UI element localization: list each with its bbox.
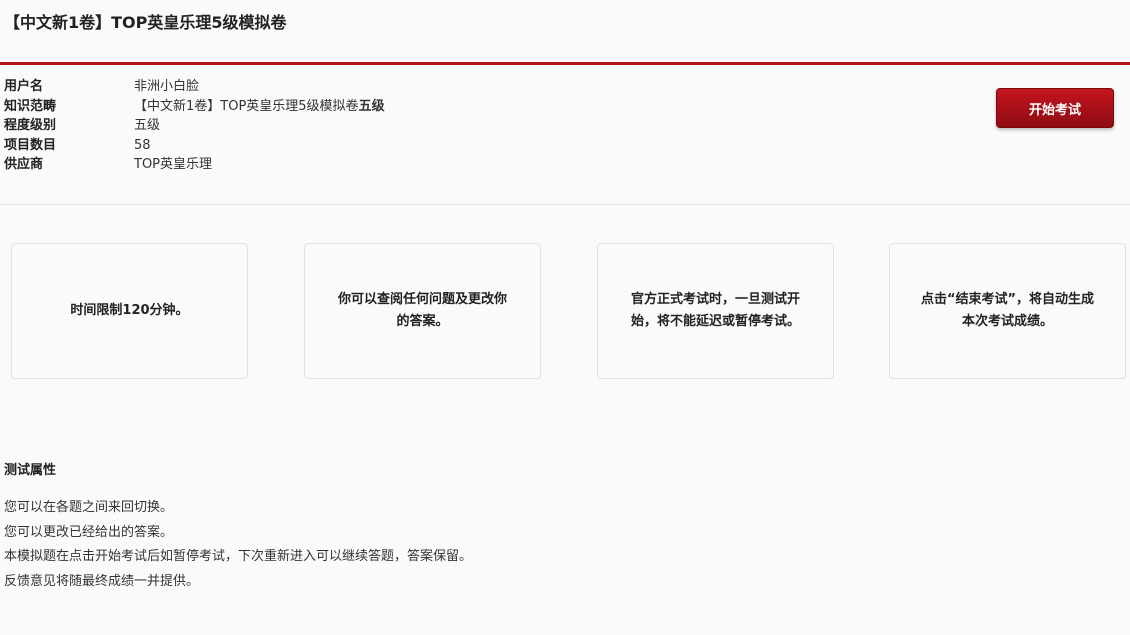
rule-card-text: 时间限制120分钟。 — [70, 303, 189, 318]
section-divider — [0, 204, 1130, 205]
page-header: 【中文新1卷】TOP英皇乐理5级模拟卷 — [0, 0, 1130, 65]
start-exam-button[interactable]: 开始考试 — [996, 88, 1114, 128]
rule-card-text: 你可以查阅任何问题及更改你的答案。 — [337, 292, 507, 329]
info-row-provider: 供应商 TOP英皇乐理 — [4, 155, 385, 175]
info-row-scope: 知识范畴 【中文新1卷】TOP英皇乐理5级模拟卷五级 — [4, 97, 385, 117]
test-properties-list: 您可以在各题之间来回切换。 您可以更改已经给出的答案。 本模拟题在点击开始考试后… — [4, 496, 472, 594]
rule-card-text: 官方正式考试时，一旦测试开始，将不能延迟或暂停考试。 — [630, 292, 800, 329]
list-item: 您可以更改已经给出的答案。 — [4, 524, 174, 540]
info-value: 【中文新1卷】TOP英皇乐理5级模拟卷五级 — [134, 97, 385, 117]
rule-card-time-limit: 时间限制120分钟。 — [11, 243, 248, 379]
info-value: TOP英皇乐理 — [134, 157, 213, 173]
info-label: 项目数目 — [4, 137, 57, 153]
info-value: 非洲小白脸 — [134, 79, 200, 94]
info-label: 供应商 — [4, 157, 44, 173]
exam-info: 用户名 非洲小白脸 知识范畴 【中文新1卷】TOP英皇乐理5级模拟卷五级 程度级… — [4, 77, 385, 175]
list-item: 本模拟题在点击开始考试后如暂停考试，下次重新进入可以继续答题，答案保留。 — [4, 549, 473, 564]
rule-card-text: 点击“结束考试”，将自动生成本次考试成绩。 — [920, 292, 1095, 329]
info-value-bold: 五级 — [358, 98, 385, 114]
info-value-text: 【中文新1卷】TOP英皇乐理5级模拟卷 — [134, 98, 359, 114]
list-item: 反馈意见将随最终成绩一并提供。 — [4, 573, 200, 589]
info-row-level: 程度级别 五级 — [4, 116, 385, 136]
info-value: 58 — [134, 137, 151, 153]
info-label: 用户名 — [4, 79, 44, 94]
rule-card-auto-score: 点击“结束考试”，将自动生成本次考试成绩。 — [889, 243, 1126, 379]
info-label: 程度级别 — [4, 118, 57, 134]
page-title: 【中文新1卷】TOP英皇乐理5级模拟卷 — [4, 13, 287, 32]
info-row-item-count: 项目数目 58 — [4, 136, 385, 156]
rule-card-review: 你可以查阅任何问题及更改你的答案。 — [304, 243, 541, 379]
info-label: 知识范畴 — [4, 98, 57, 114]
list-item: 您可以在各题之间来回切换。 — [4, 500, 174, 515]
rule-card-no-pause: 官方正式考试时，一旦测试开始，将不能延迟或暂停考试。 — [597, 243, 834, 379]
info-value: 五级 — [134, 118, 161, 134]
test-properties-title: 测试属性 — [4, 463, 57, 478]
info-row-username: 用户名 非洲小白脸 — [4, 77, 385, 97]
